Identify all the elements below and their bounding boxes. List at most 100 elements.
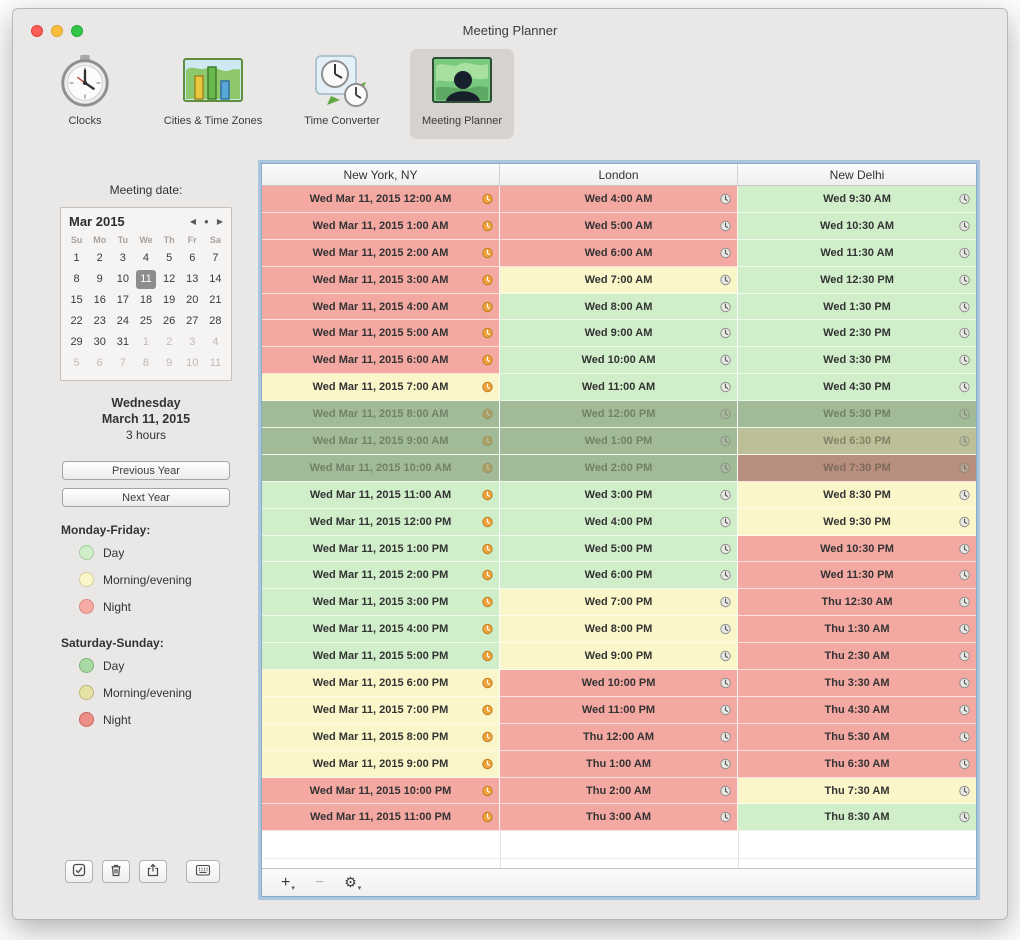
time-cell[interactable]: Wed 10:00 AM: [500, 347, 738, 375]
time-cell[interactable]: Wed Mar 11, 2015 12:00 PM: [262, 508, 500, 536]
calendar-day[interactable]: 1: [134, 332, 157, 353]
table-row[interactable]: Wed Mar 11, 2015 5:00 PM Wed 9:00 PM Thu 2…: [262, 643, 976, 671]
toolbar-item-clocks[interactable]: Clocks: [35, 49, 135, 139]
calendar-day[interactable]: 9: [88, 269, 111, 290]
calendar-day[interactable]: 22: [65, 311, 88, 332]
time-cell[interactable]: Wed Mar 11, 2015 3:00 AM: [262, 266, 500, 294]
calendar-day[interactable]: 2: [158, 332, 181, 353]
calendar-day[interactable]: 14: [204, 269, 227, 290]
time-cell[interactable]: Thu 5:30 AM: [738, 723, 976, 751]
time-cell[interactable]: Thu 3:00 AM: [500, 804, 738, 832]
calendar-day[interactable]: 28: [204, 311, 227, 332]
time-cell[interactable]: Wed 11:00 PM: [500, 696, 738, 724]
calendar-day[interactable]: 7: [204, 248, 227, 269]
time-cell[interactable]: Wed 9:30 AM: [738, 186, 976, 213]
settings-button[interactable]: ⚙ ▾: [335, 869, 370, 896]
calendar-day[interactable]: 21: [204, 290, 227, 311]
calendar-day[interactable]: 4: [134, 248, 157, 269]
calendar-day[interactable]: 2: [88, 248, 111, 269]
time-cell[interactable]: Wed 10:00 PM: [500, 670, 738, 697]
calendar-day[interactable]: 16: [88, 290, 111, 311]
calendar-day[interactable]: 17: [111, 290, 134, 311]
calendar-day[interactable]: 23: [88, 311, 111, 332]
time-cell[interactable]: Wed Mar 11, 2015 2:00 PM: [262, 562, 500, 590]
calendar-day[interactable]: 18: [134, 290, 157, 311]
remove-city-button[interactable]: −: [306, 869, 333, 896]
calendar-today-button[interactable]: ●: [204, 217, 209, 226]
calendar-day[interactable]: 20: [181, 290, 204, 311]
table-row[interactable]: Wed Mar 11, 2015 1:00 PM Wed 5:00 PM Wed 1…: [262, 535, 976, 563]
time-cell[interactable]: Wed 5:30 PM: [738, 401, 976, 429]
table-row[interactable]: Wed Mar 11, 2015 9:00 PM Thu 1:00 AM Thu 6…: [262, 750, 976, 778]
time-cell[interactable]: Wed Mar 11, 2015 1:00 PM: [262, 535, 500, 563]
toolbar-item-meeting-planner[interactable]: Meeting Planner: [410, 49, 514, 139]
time-cell[interactable]: Wed Mar 11, 2015 10:00 PM: [262, 777, 500, 805]
table-row[interactable]: Wed Mar 11, 2015 9:00 AM Wed 1:00 PM Wed 6…: [262, 428, 976, 455]
time-cell[interactable]: Wed Mar 11, 2015 8:00 AM: [262, 401, 500, 429]
time-cell[interactable]: Wed 9:00 PM: [500, 643, 738, 671]
time-cell[interactable]: Wed Mar 11, 2015 11:00 PM: [262, 804, 500, 832]
select-hours-button[interactable]: [65, 860, 93, 883]
calendar-day[interactable]: 9: [158, 353, 181, 374]
time-cell[interactable]: Wed Mar 11, 2015 2:00 AM: [262, 239, 500, 267]
time-cell[interactable]: Wed 11:00 AM: [500, 374, 738, 402]
table-row[interactable]: Wed Mar 11, 2015 6:00 PM Wed 10:00 PM Thu …: [262, 670, 976, 697]
titlebar[interactable]: Meeting Planner: [13, 9, 1007, 47]
share-button[interactable]: [139, 860, 167, 883]
time-cell[interactable]: Wed 7:00 PM: [500, 589, 738, 617]
calendar-day[interactable]: 6: [181, 248, 204, 269]
time-cell[interactable]: Wed 2:00 PM: [500, 454, 738, 482]
table-row[interactable]: Wed Mar 11, 2015 2:00 PM Wed 6:00 PM Wed 1…: [262, 562, 976, 590]
time-cell[interactable]: Wed 6:30 PM: [738, 428, 976, 455]
time-cell[interactable]: Wed Mar 11, 2015 7:00 AM: [262, 374, 500, 402]
time-cell[interactable]: Wed Mar 11, 2015 1:00 AM: [262, 212, 500, 240]
table-row[interactable]: Wed Mar 11, 2015 3:00 AM Wed 7:00 AM Wed 1…: [262, 266, 976, 294]
calendar-day[interactable]: 8: [134, 353, 157, 374]
time-cell[interactable]: Thu 8:30 AM: [738, 804, 976, 832]
time-cell[interactable]: Wed 5:00 PM: [500, 535, 738, 563]
time-cell[interactable]: Wed Mar 11, 2015 4:00 AM: [262, 293, 500, 321]
next-year-button[interactable]: Next Year: [62, 488, 230, 507]
table-row[interactable]: Wed Mar 11, 2015 4:00 PM Wed 8:00 PM Thu 1…: [262, 616, 976, 644]
calendar-view-button[interactable]: [186, 860, 220, 883]
time-cell[interactable]: Wed 10:30 AM: [738, 212, 976, 240]
calendar-day[interactable]: 1: [65, 248, 88, 269]
calendar-day[interactable]: 11: [204, 353, 227, 374]
calendar-day[interactable]: 10: [181, 353, 204, 374]
time-cell[interactable]: Thu 12:30 AM: [738, 589, 976, 617]
time-cell[interactable]: Wed Mar 11, 2015 11:00 AM: [262, 481, 500, 509]
calendar-day[interactable]: 27: [181, 311, 204, 332]
time-cell[interactable]: Thu 7:30 AM: [738, 777, 976, 805]
time-cell[interactable]: Wed 5:00 AM: [500, 212, 738, 240]
time-cell[interactable]: Wed 8:30 PM: [738, 481, 976, 509]
time-cell[interactable]: Wed Mar 11, 2015 9:00 PM: [262, 750, 500, 778]
time-cell[interactable]: Thu 3:30 AM: [738, 670, 976, 697]
table-row[interactable]: Wed Mar 11, 2015 12:00 PM Wed 4:00 PM Wed …: [262, 508, 976, 536]
time-cell[interactable]: Wed 9:30 PM: [738, 508, 976, 536]
calendar-day[interactable]: 12: [158, 269, 181, 290]
time-cell[interactable]: Wed Mar 11, 2015 10:00 AM: [262, 454, 500, 482]
time-cell[interactable]: Wed 4:00 AM: [500, 186, 738, 213]
table-row[interactable]: Wed Mar 11, 2015 7:00 PM Wed 11:00 PM Thu …: [262, 696, 976, 724]
time-cell[interactable]: Wed 2:30 PM: [738, 320, 976, 348]
table-row[interactable]: Wed Mar 11, 2015 2:00 AM Wed 6:00 AM Wed 1…: [262, 239, 976, 267]
time-cell[interactable]: Wed 4:30 PM: [738, 374, 976, 402]
time-cell[interactable]: Wed 7:00 AM: [500, 266, 738, 294]
calendar-day[interactable]: 7: [111, 353, 134, 374]
table-row[interactable]: Wed Mar 11, 2015 8:00 AM Wed 12:00 PM Wed …: [262, 401, 976, 429]
calendar-day[interactable]: 8: [65, 269, 88, 290]
time-cell[interactable]: Wed Mar 11, 2015 5:00 PM: [262, 643, 500, 671]
table-row[interactable]: Wed Mar 11, 2015 1:00 AM Wed 5:00 AM Wed 1…: [262, 212, 976, 240]
table-row[interactable]: Wed Mar 11, 2015 10:00 PM Thu 2:00 AM Thu …: [262, 777, 976, 805]
time-cell[interactable]: Wed 7:30 PM: [738, 454, 976, 482]
time-cell[interactable]: Wed Mar 11, 2015 7:00 PM: [262, 696, 500, 724]
table-row[interactable]: Wed Mar 11, 2015 5:00 AM Wed 9:00 AM Wed 2…: [262, 320, 976, 348]
calendar-day[interactable]: 11: [136, 270, 156, 289]
time-cell[interactable]: Wed Mar 11, 2015 6:00 PM: [262, 670, 500, 697]
time-cell[interactable]: Thu 6:30 AM: [738, 750, 976, 778]
table-row[interactable]: Wed Mar 11, 2015 4:00 AM Wed 8:00 AM Wed 1…: [262, 293, 976, 321]
table-row[interactable]: Wed Mar 11, 2015 8:00 PM Thu 12:00 AM Thu …: [262, 723, 976, 751]
table-row[interactable]: Wed Mar 11, 2015 12:00 AM Wed 4:00 AM Wed …: [262, 186, 976, 213]
time-cell[interactable]: Wed Mar 11, 2015 8:00 PM: [262, 723, 500, 751]
calendar-day[interactable]: 10: [111, 269, 134, 290]
